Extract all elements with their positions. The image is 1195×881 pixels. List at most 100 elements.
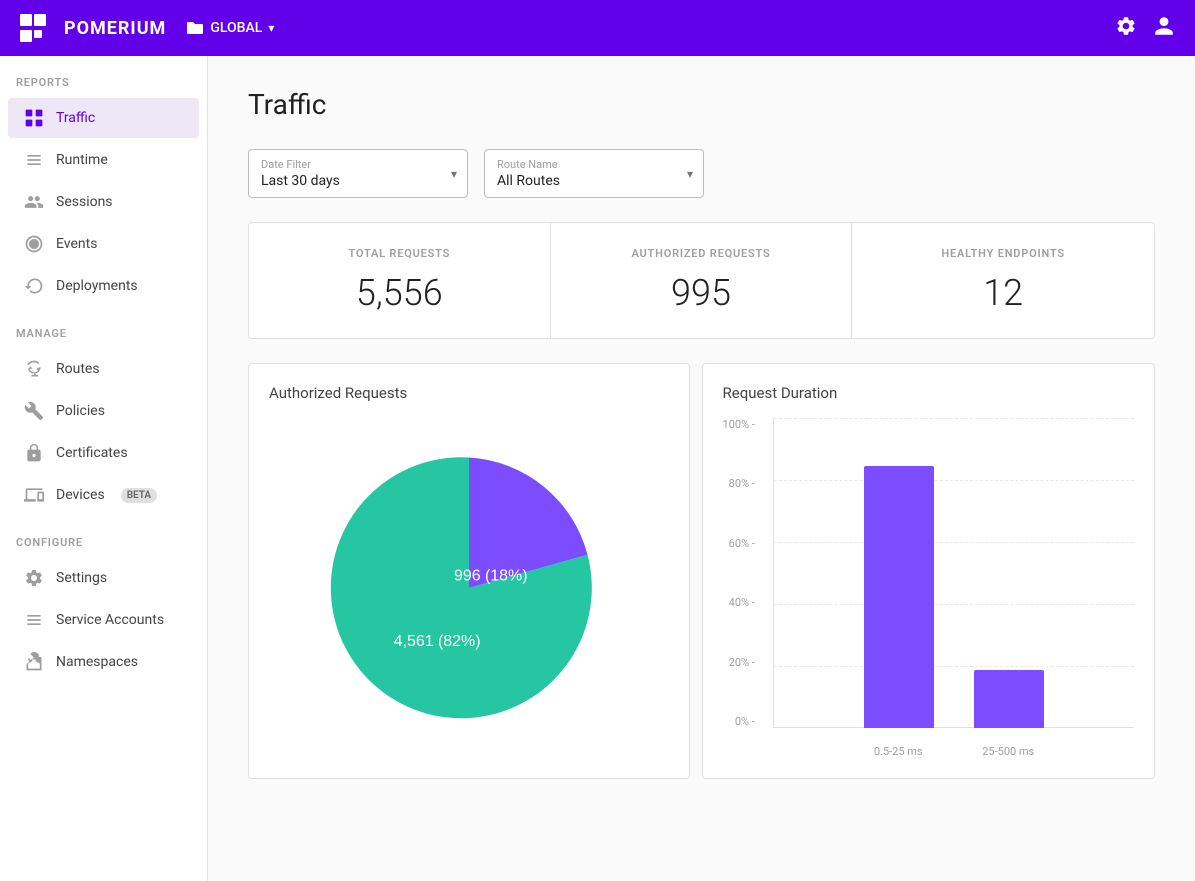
- route-filter-arrow: ▾: [687, 167, 693, 181]
- x-label-1: 0.5-25 ms: [874, 745, 923, 758]
- pie-chart-svg: 996 (18%) 4,561 (82%): [324, 443, 614, 733]
- charts-row: Authorized Requests: [248, 363, 1155, 779]
- stats-row: TOTAL REQUESTS 5,556 AUTHORIZED REQUESTS…: [248, 222, 1155, 339]
- x-axis: 0.5-25 ms 25-500 ms: [773, 728, 1135, 758]
- y-axis: 100% - 80% - 60% - 40% - 20% - 0% -: [723, 418, 761, 728]
- stat-total-requests: TOTAL REQUESTS 5,556: [249, 223, 551, 338]
- stat-healthy-endpoints: HEALTHY ENDPOINTS 12: [852, 223, 1154, 338]
- route-filter[interactable]: Route Name All Routes ▾: [484, 149, 704, 198]
- logo-icon: [20, 14, 56, 42]
- pie-chart-card: Authorized Requests: [248, 363, 690, 779]
- logo-text: POMERIUM: [64, 18, 166, 39]
- main-content: Traffic Date Filter Last 30 days ▾ Route…: [208, 56, 1195, 881]
- y-label-80: 80% -: [729, 477, 755, 490]
- route-filter-label: Route Name: [497, 158, 667, 171]
- pie-chart-title: Authorized Requests: [269, 384, 669, 402]
- page-title: Traffic: [248, 88, 1155, 121]
- certificates-label: Certificates: [56, 445, 128, 461]
- certificates-icon: [24, 443, 44, 463]
- stat-authorized-requests: AUTHORIZED REQUESTS 995: [551, 223, 853, 338]
- pie-label-teal: 4,561 (82%): [393, 633, 480, 650]
- pie-label-purple: 996 (18%): [454, 568, 528, 585]
- sidebar-item-settings[interactable]: Settings: [8, 558, 199, 598]
- routes-icon: [24, 359, 44, 379]
- sessions-icon: [24, 192, 44, 212]
- pie-container: 996 (18%) 4,561 (82%): [269, 418, 669, 758]
- folder-icon: [186, 21, 204, 35]
- bar-group-1: [864, 466, 934, 728]
- policies-label: Policies: [56, 403, 105, 419]
- settings-sidebar-icon: [24, 568, 44, 588]
- sidebar-item-service-accounts[interactable]: Service Accounts: [8, 600, 199, 640]
- header-right: [1115, 15, 1175, 42]
- devices-icon: [24, 485, 44, 505]
- authorized-requests-value: 995: [575, 272, 828, 314]
- beta-badge: BETA: [121, 488, 157, 503]
- policies-icon: [24, 401, 44, 421]
- global-selector[interactable]: GLOBAL ▾: [186, 20, 274, 36]
- header: POMERIUM GLOBAL ▾: [0, 0, 1195, 56]
- manage-section-label: MANAGE: [0, 307, 207, 348]
- sidebar-item-runtime[interactable]: Runtime: [8, 140, 199, 180]
- healthy-endpoints-label: HEALTHY ENDPOINTS: [876, 247, 1130, 260]
- runtime-icon: [24, 150, 44, 170]
- date-filter-arrow: ▾: [451, 167, 457, 181]
- app-body: REPORTS Traffic Runtime Sessions Events: [0, 56, 1195, 881]
- namespaces-label: Namespaces: [56, 654, 138, 670]
- bar-1: [864, 466, 934, 728]
- sidebar-item-policies[interactable]: Policies: [8, 391, 199, 431]
- header-left: POMERIUM GLOBAL ▾: [20, 14, 274, 42]
- settings-icon[interactable]: [1115, 15, 1137, 42]
- y-label-0: 0% -: [735, 715, 755, 728]
- bar-group-2: [974, 670, 1044, 728]
- user-icon[interactable]: [1153, 15, 1175, 42]
- traffic-icon: [24, 108, 44, 128]
- sessions-label: Sessions: [56, 194, 113, 210]
- bar-2: [974, 670, 1044, 728]
- x-label-group-2: 25-500 ms: [973, 745, 1043, 758]
- namespaces-icon: [24, 652, 44, 672]
- settings-label: Settings: [56, 570, 107, 586]
- bar-chart-title: Request Duration: [723, 384, 1135, 402]
- reports-section-label: REPORTS: [0, 56, 207, 97]
- total-requests-value: 5,556: [273, 272, 526, 314]
- date-filter[interactable]: Date Filter Last 30 days ▾: [248, 149, 468, 198]
- bar-chart-card: Request Duration 100% - 80% - 60% - 40% …: [702, 363, 1156, 779]
- sidebar-item-deployments[interactable]: Deployments: [8, 266, 199, 306]
- sidebar: REPORTS Traffic Runtime Sessions Events: [0, 56, 208, 881]
- devices-label: Devices: [56, 487, 105, 503]
- sidebar-item-namespaces[interactable]: Namespaces: [8, 642, 199, 682]
- sidebar-item-devices[interactable]: Devices BETA: [8, 475, 199, 515]
- service-accounts-icon: [24, 610, 44, 630]
- runtime-label: Runtime: [56, 152, 108, 168]
- y-label-60: 60% -: [729, 537, 755, 550]
- global-label: GLOBAL: [210, 20, 262, 36]
- y-label-100: 100% -: [723, 418, 755, 431]
- service-accounts-label: Service Accounts: [56, 612, 164, 628]
- x-label-2: 25-500 ms: [982, 745, 1034, 758]
- sidebar-item-routes[interactable]: Routes: [8, 349, 199, 389]
- sidebar-item-certificates[interactable]: Certificates: [8, 433, 199, 473]
- deployments-label: Deployments: [56, 278, 138, 294]
- route-filter-value: All Routes: [497, 173, 667, 189]
- bar-chart-container: 100% - 80% - 60% - 40% - 20% - 0% -: [723, 418, 1135, 758]
- chevron-down-icon: ▾: [268, 21, 274, 35]
- y-label-40: 40% -: [729, 596, 755, 609]
- logo[interactable]: POMERIUM: [20, 14, 166, 42]
- sidebar-item-traffic[interactable]: Traffic: [8, 98, 199, 138]
- routes-label: Routes: [56, 361, 100, 377]
- y-label-20: 20% -: [729, 656, 755, 669]
- x-label-group-1: 0.5-25 ms: [863, 745, 933, 758]
- events-icon: [24, 234, 44, 254]
- traffic-label: Traffic: [56, 110, 95, 126]
- date-filter-value: Last 30 days: [261, 173, 431, 189]
- filters-row: Date Filter Last 30 days ▾ Route Name Al…: [248, 149, 1155, 198]
- total-requests-label: TOTAL REQUESTS: [273, 247, 526, 260]
- healthy-endpoints-value: 12: [876, 272, 1130, 314]
- bar-chart-area: [773, 418, 1135, 728]
- events-label: Events: [56, 236, 97, 252]
- sidebar-item-events[interactable]: Events: [8, 224, 199, 264]
- sidebar-item-sessions[interactable]: Sessions: [8, 182, 199, 222]
- authorized-requests-label: AUTHORIZED REQUESTS: [575, 247, 828, 260]
- bars-container: [774, 418, 1135, 728]
